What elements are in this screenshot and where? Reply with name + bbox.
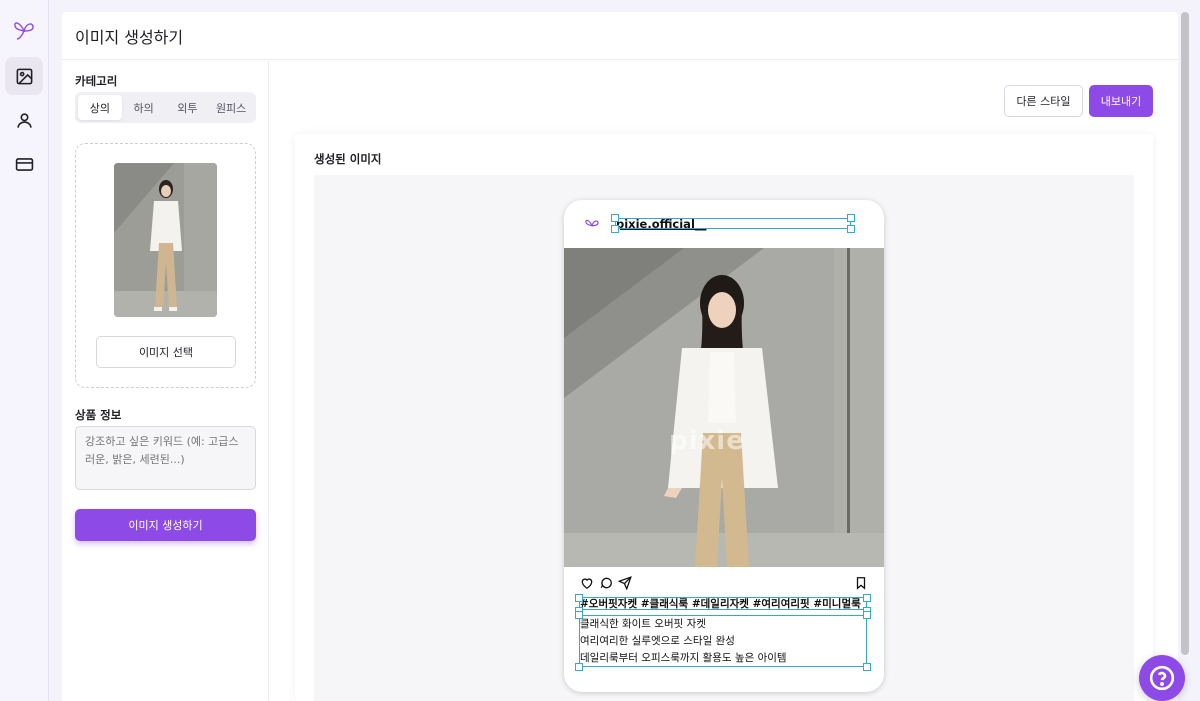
tab-bottom[interactable]: 하의 — [122, 95, 166, 120]
settings-panel: 카테고리 상의 하의 외투 원피스 이미지 선택 상품 정보 강조하고 싶은 키… — [62, 61, 269, 701]
result-title: 생성된 이미지 — [314, 152, 382, 166]
caption-selection-box[interactable] — [579, 615, 867, 667]
keyword-input[interactable] — [75, 426, 256, 490]
result-canvas: pixie.official__ pixie #오버핏자켓 #클래식룩 #데일리… — [314, 175, 1134, 701]
product-info-label: 상품 정보 — [75, 408, 122, 422]
result-card: 생성된 이미지 pixie.official__ pixie #오버핏자켓 #클… — [295, 134, 1153, 701]
nav-billing[interactable] — [5, 145, 43, 183]
heart-icon[interactable] — [580, 576, 594, 590]
resize-handle[interactable] — [863, 663, 871, 671]
help-button[interactable] — [1139, 655, 1185, 701]
sidebar-rail — [0, 0, 49, 701]
handle-selection-box[interactable] — [615, 218, 851, 229]
resize-handle[interactable] — [611, 225, 619, 233]
resize-handle[interactable] — [575, 663, 583, 671]
resize-handle[interactable] — [611, 214, 619, 222]
page-title: 이미지 생성하기 — [75, 27, 184, 47]
tab-top[interactable]: 상의 — [78, 95, 122, 120]
resize-handle[interactable] — [847, 225, 855, 233]
export-button[interactable]: 내보내기 — [1089, 85, 1153, 117]
image-icon — [16, 68, 32, 84]
generate-image-button[interactable]: 이미지 생성하기 — [75, 509, 256, 541]
category-tabs: 상의 하의 외투 원피스 — [75, 92, 256, 123]
user-icon — [16, 112, 32, 128]
credit-card-icon — [15, 157, 33, 171]
post-photo: pixie — [564, 248, 884, 567]
main-card: 이미지 생성하기 카테고리 상의 하의 외투 원피스 이미지 선택 상품 정보 … — [62, 12, 1178, 701]
post-actions — [580, 576, 868, 590]
category-label: 카테고리 — [75, 74, 118, 88]
butterfly-logo-icon[interactable] — [12, 18, 36, 42]
instagram-post-preview: pixie.official__ pixie #오버핏자켓 #클래식룩 #데일리… — [564, 200, 884, 692]
nav-image-generate[interactable] — [5, 57, 43, 95]
butterfly-logo-icon — [585, 219, 599, 227]
resize-handle[interactable] — [863, 594, 871, 602]
page-scrollbar[interactable] — [1181, 12, 1189, 655]
help-icon — [1149, 665, 1175, 691]
tab-outer[interactable]: 외투 — [166, 95, 210, 120]
send-icon[interactable] — [618, 576, 632, 590]
other-style-button[interactable]: 다른 스타일 — [1004, 85, 1083, 117]
comment-icon[interactable] — [599, 576, 613, 590]
image-upload-area[interactable]: 이미지 선택 — [75, 143, 256, 388]
tab-dress[interactable]: 원피스 — [209, 95, 253, 120]
resize-handle[interactable] — [575, 594, 583, 602]
resize-handle[interactable] — [847, 214, 855, 222]
bookmark-icon[interactable] — [854, 576, 868, 590]
page-header: 이미지 생성하기 — [62, 12, 1178, 60]
resize-handle[interactable] — [863, 611, 871, 619]
nav-profile[interactable] — [5, 101, 43, 139]
select-image-button[interactable]: 이미지 선택 — [96, 336, 236, 368]
hashtag-selection-box[interactable] — [579, 597, 867, 610]
uploaded-image-thumbnail — [114, 163, 217, 317]
resize-handle[interactable] — [575, 611, 583, 619]
watermark: pixie — [669, 426, 745, 456]
